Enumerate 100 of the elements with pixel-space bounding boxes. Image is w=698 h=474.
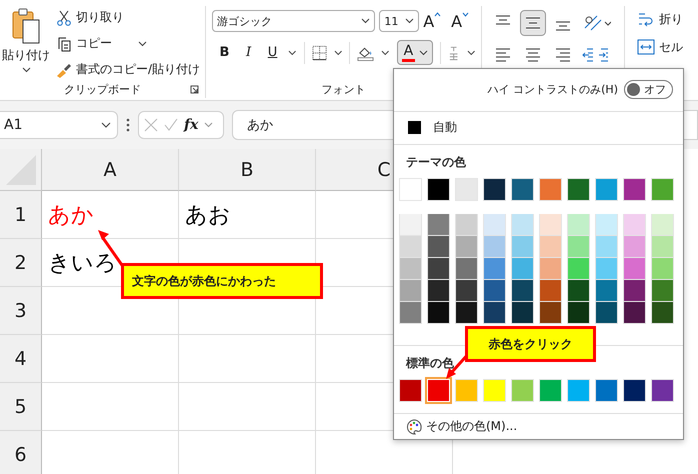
color-swatch[interactable] <box>427 280 450 302</box>
color-swatch[interactable] <box>595 236 618 258</box>
color-swatch[interactable] <box>511 236 534 258</box>
chevron-icon[interactable] <box>381 50 390 56</box>
sheet-cell[interactable] <box>42 383 179 431</box>
color-swatch[interactable] <box>399 236 422 258</box>
color-swatch[interactable] <box>427 258 450 280</box>
format-button[interactable]: U <box>264 45 282 60</box>
high-contrast-toggle[interactable]: オフ <box>624 80 673 100</box>
color-swatch[interactable] <box>427 302 450 324</box>
color-swatch[interactable] <box>455 302 478 324</box>
sheet-cell[interactable] <box>42 335 179 383</box>
color-swatch[interactable] <box>651 236 674 258</box>
row-header[interactable]: 2 <box>0 239 42 287</box>
color-swatch[interactable] <box>651 302 674 324</box>
color-swatch[interactable] <box>595 302 618 324</box>
color-swatch[interactable] <box>511 379 534 402</box>
font-name-dropdown[interactable]: 游ゴシック <box>212 10 376 32</box>
color-swatch[interactable] <box>623 214 646 236</box>
color-swatch[interactable] <box>511 302 534 324</box>
color-swatch[interactable] <box>651 258 674 280</box>
more-icon[interactable] <box>126 118 130 132</box>
row-header[interactable]: 3 <box>0 287 42 335</box>
color-swatch[interactable] <box>511 280 534 302</box>
automatic-color-item[interactable]: 自動 <box>394 112 683 144</box>
clipboard-button[interactable]: 切り取り <box>56 6 200 29</box>
color-swatch[interactable] <box>539 280 562 302</box>
align-middle-icon[interactable] <box>520 10 546 36</box>
format-button[interactable]: I <box>240 45 258 60</box>
color-swatch[interactable] <box>539 214 562 236</box>
color-swatch[interactable] <box>483 236 506 258</box>
format-button[interactable]: B <box>216 45 234 60</box>
color-swatch[interactable] <box>651 178 674 202</box>
borders-icon[interactable] <box>312 44 327 60</box>
color-swatch[interactable] <box>567 302 590 324</box>
color-swatch[interactable] <box>455 280 478 302</box>
color-swatch[interactable] <box>455 379 478 402</box>
color-swatch[interactable] <box>483 214 506 236</box>
column-header[interactable]: A <box>42 149 179 191</box>
color-swatch[interactable] <box>483 280 506 302</box>
color-swatch[interactable] <box>455 214 478 236</box>
color-swatch[interactable] <box>427 236 450 258</box>
color-swatch[interactable] <box>511 258 534 280</box>
sheet-cell[interactable]: あお <box>179 191 316 239</box>
color-swatch[interactable] <box>623 236 646 258</box>
color-swatch[interactable] <box>399 178 422 202</box>
chevron-icon[interactable] <box>288 50 297 56</box>
color-swatch[interactable] <box>595 280 618 302</box>
color-swatch[interactable] <box>539 258 562 280</box>
color-swatch[interactable] <box>483 258 506 280</box>
row-header[interactable]: 5 <box>0 383 42 431</box>
paste-button[interactable]: 貼り付け <box>0 6 52 81</box>
clipboard-button[interactable]: コピー <box>56 32 200 55</box>
phonetic-icon[interactable] <box>448 44 460 60</box>
color-swatch[interactable] <box>539 302 562 324</box>
chevron-icon[interactable] <box>466 50 476 56</box>
color-swatch[interactable] <box>595 214 618 236</box>
color-swatch[interactable] <box>539 236 562 258</box>
merge-cells-button[interactable]: セル <box>637 38 683 56</box>
more-colors-item[interactable]: その他の色(M)... <box>394 414 683 439</box>
color-swatch[interactable] <box>399 214 422 236</box>
color-swatch[interactable] <box>567 258 590 280</box>
chevron-icon[interactable] <box>334 50 342 56</box>
color-swatch[interactable] <box>567 236 590 258</box>
color-swatch[interactable] <box>623 178 646 202</box>
color-swatch[interactable] <box>623 379 646 402</box>
insert-function-button[interactable]: fx <box>184 117 198 133</box>
color-swatch[interactable] <box>651 214 674 236</box>
color-swatch[interactable] <box>623 258 646 280</box>
color-swatch[interactable] <box>623 302 646 324</box>
color-swatch[interactable] <box>455 258 478 280</box>
sheet-cell[interactable] <box>179 383 316 431</box>
name-box[interactable]: A1 <box>0 111 118 139</box>
color-swatch[interactable] <box>539 178 562 202</box>
color-swatch[interactable] <box>511 178 534 202</box>
color-swatch[interactable] <box>399 302 422 324</box>
color-swatch[interactable] <box>595 379 618 402</box>
color-swatch[interactable] <box>455 178 478 202</box>
color-swatch[interactable] <box>483 302 506 324</box>
color-swatch[interactable] <box>455 236 478 258</box>
color-swatch[interactable] <box>567 178 590 202</box>
row-header[interactable]: 6 <box>0 431 42 474</box>
color-swatch[interactable] <box>595 178 618 202</box>
font-color-button[interactable]: A <box>396 40 434 65</box>
wrap-text-button[interactable]: 折り <box>637 10 683 28</box>
sheet-cell[interactable] <box>179 335 316 383</box>
clipboard-button[interactable]: 書式のコピー/貼り付け <box>56 58 200 81</box>
grow-font-button[interactable]: A <box>423 12 448 30</box>
color-swatch[interactable] <box>651 379 674 402</box>
row-header[interactable]: 4 <box>0 335 42 383</box>
shrink-font-button[interactable]: A <box>451 12 475 30</box>
color-swatch[interactable] <box>483 379 506 402</box>
color-swatch[interactable] <box>399 379 422 402</box>
dialog-launcher-icon[interactable] <box>190 85 199 94</box>
color-swatch[interactable] <box>567 379 590 402</box>
row-header[interactable]: 1 <box>0 191 42 239</box>
color-swatch[interactable] <box>511 214 534 236</box>
color-swatch[interactable] <box>427 178 450 202</box>
column-header[interactable]: B <box>179 149 316 191</box>
color-swatch[interactable] <box>399 258 422 280</box>
